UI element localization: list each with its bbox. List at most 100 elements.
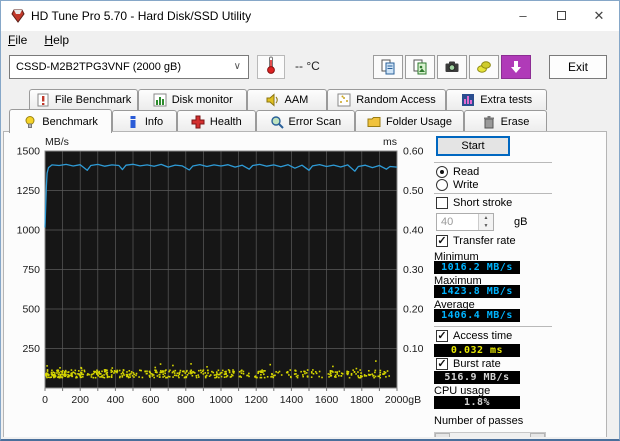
page-copy-icon bbox=[381, 59, 395, 75]
start-button[interactable]: Start bbox=[436, 136, 510, 156]
down-arrow-icon bbox=[511, 61, 521, 73]
svg-text:0: 0 bbox=[42, 394, 48, 406]
svg-text:1500: 1500 bbox=[17, 146, 41, 158]
access-time-value: 0.032 ms bbox=[434, 344, 520, 357]
number-of-passes-scrollbar[interactable]: ◄ ► bbox=[434, 432, 546, 437]
burst-rate-label: Burst rate bbox=[453, 358, 501, 370]
radio-selected-icon bbox=[436, 166, 448, 178]
short-stroke-checkbox[interactable]: Short stroke bbox=[436, 197, 512, 209]
checkbox-checked-icon: ✓ bbox=[436, 330, 448, 342]
tab-random-access[interactable]: Random Access bbox=[326, 89, 447, 110]
maximum-value: 1423.8 MB/s bbox=[434, 285, 520, 298]
svg-text:250: 250 bbox=[22, 343, 40, 355]
spin-up-icon[interactable]: ▲ bbox=[479, 214, 493, 222]
write-radio-label: Write bbox=[453, 179, 479, 191]
tab-label: Health bbox=[209, 115, 242, 128]
access-time-checkbox[interactable]: ✓ Access time bbox=[436, 330, 512, 342]
svg-text:200: 200 bbox=[71, 394, 89, 406]
tab-extra-tests[interactable]: Extra tests bbox=[446, 89, 547, 110]
benchmark-page: MB/s ms 1500 1250 1000 750 500 250 0.60 0.50 0.40 0… bbox=[3, 131, 607, 437]
scroll-left-icon[interactable]: ◄ bbox=[435, 433, 450, 437]
tab-label: Disk monitor bbox=[171, 94, 233, 106]
svg-text:400: 400 bbox=[107, 394, 125, 406]
scroll-right-icon[interactable]: ► bbox=[530, 433, 545, 437]
tab-disk-monitor[interactable]: Disk monitor bbox=[138, 89, 248, 110]
separator bbox=[434, 326, 552, 327]
write-radio[interactable]: Write bbox=[436, 179, 478, 191]
tab-label: Error Scan bbox=[288, 115, 342, 128]
temperature-button[interactable] bbox=[257, 55, 285, 79]
chart-icon bbox=[462, 94, 475, 106]
tab-aam[interactable]: AAM bbox=[247, 89, 327, 110]
tab-row-secondary: File Benchmark Disk monitor AAM Random A… bbox=[29, 89, 547, 110]
close-button[interactable]: ✕ bbox=[580, 2, 618, 30]
toolbar: CSSD-M2B2TPG3VNF (2000 gB) ∨ -- °C Exit bbox=[1, 49, 619, 87]
trash-icon bbox=[483, 115, 494, 128]
magnifier-icon bbox=[270, 115, 284, 129]
maximize-button[interactable] bbox=[542, 2, 580, 30]
tab-label: Erase bbox=[500, 115, 530, 128]
svg-text:1000: 1000 bbox=[209, 394, 233, 406]
short-stroke-unit-label: gB bbox=[514, 216, 528, 228]
tab-label: Extra tests bbox=[480, 94, 533, 106]
transfer-rate-label: Transfer rate bbox=[453, 235, 516, 247]
checkbox-unchecked-icon bbox=[436, 197, 448, 209]
menu-help[interactable]: Help bbox=[37, 31, 76, 49]
copy-text-button[interactable] bbox=[373, 55, 403, 79]
title-bar: HD Tune Pro 5.70 - Hard Disk/SSD Utility… bbox=[1, 1, 619, 31]
tab-error-scan[interactable]: Error Scan bbox=[255, 110, 355, 132]
chevron-down-icon: ∨ bbox=[233, 61, 241, 72]
screenshot-button[interactable] bbox=[437, 55, 467, 79]
info-icon bbox=[130, 115, 136, 128]
radio-icon bbox=[436, 179, 448, 191]
tab-erase[interactable]: Erase bbox=[464, 110, 547, 132]
svg-text:1400: 1400 bbox=[280, 394, 304, 406]
read-radio[interactable]: Read bbox=[436, 166, 479, 178]
exclamation-icon bbox=[37, 93, 49, 107]
short-stroke-value: 40 bbox=[441, 216, 454, 228]
svg-text:600: 600 bbox=[142, 394, 160, 406]
coins-icon bbox=[477, 61, 491, 73]
drive-select-dropdown[interactable]: CSSD-M2B2TPG3VNF (2000 gB) ∨ bbox=[9, 55, 249, 79]
tab-folder-usage[interactable]: Folder Usage bbox=[354, 110, 465, 132]
spinner-buttons[interactable]: ▲ ▼ bbox=[478, 214, 493, 230]
speaker-icon bbox=[266, 93, 278, 107]
bar-chart-icon bbox=[153, 93, 167, 107]
transfer-rate-checkbox[interactable]: ✓ Transfer rate bbox=[436, 235, 516, 247]
tab-health[interactable]: Health bbox=[176, 110, 256, 132]
tab-label: Random Access bbox=[356, 94, 436, 106]
svg-text:1200: 1200 bbox=[245, 394, 269, 406]
minimum-value: 1016.2 MB/s bbox=[434, 261, 520, 274]
svg-text:0.50: 0.50 bbox=[403, 185, 424, 197]
svg-text:0.40: 0.40 bbox=[403, 225, 424, 237]
svg-text:2000gB: 2000gB bbox=[385, 394, 421, 406]
svg-text:0.30: 0.30 bbox=[403, 264, 424, 276]
tab-benchmark[interactable]: Benchmark bbox=[9, 109, 113, 133]
copy-image-button[interactable] bbox=[405, 55, 435, 79]
temperature-readout: -- °C bbox=[295, 59, 320, 73]
tab-file-benchmark[interactable]: File Benchmark bbox=[29, 89, 139, 110]
svg-text:1250: 1250 bbox=[17, 185, 41, 197]
save-results-button[interactable] bbox=[469, 55, 499, 79]
svg-text:750: 750 bbox=[22, 264, 40, 276]
update-check-button[interactable] bbox=[501, 55, 531, 79]
tab-label: Info bbox=[144, 115, 164, 128]
spin-down-icon[interactable]: ▼ bbox=[479, 222, 493, 230]
scatter-icon bbox=[337, 93, 351, 107]
exit-button[interactable]: Exit bbox=[549, 55, 607, 79]
tab-info[interactable]: Info bbox=[112, 110, 177, 132]
short-stroke-size-spinner[interactable]: 40 ▲ ▼ bbox=[436, 213, 494, 231]
svg-text:1600: 1600 bbox=[315, 394, 339, 406]
svg-text:0.20: 0.20 bbox=[403, 304, 424, 316]
burst-rate-checkbox[interactable]: ✓ Burst rate bbox=[436, 358, 501, 370]
lightbulb-icon bbox=[25, 115, 35, 128]
benchmark-chart: MB/s ms 1500 1250 1000 750 500 250 0.60 0.50 0.40 0… bbox=[17, 136, 424, 406]
read-radio-label: Read bbox=[453, 166, 480, 178]
separator bbox=[434, 162, 552, 163]
number-of-passes-label: Number of passes bbox=[434, 415, 524, 427]
thermometer-icon bbox=[267, 56, 275, 74]
menu-file[interactable]: File bbox=[1, 31, 34, 49]
menu-bar: File Help bbox=[1, 31, 619, 49]
svg-text:1800: 1800 bbox=[350, 394, 374, 406]
minimize-button[interactable]: – bbox=[504, 2, 542, 30]
